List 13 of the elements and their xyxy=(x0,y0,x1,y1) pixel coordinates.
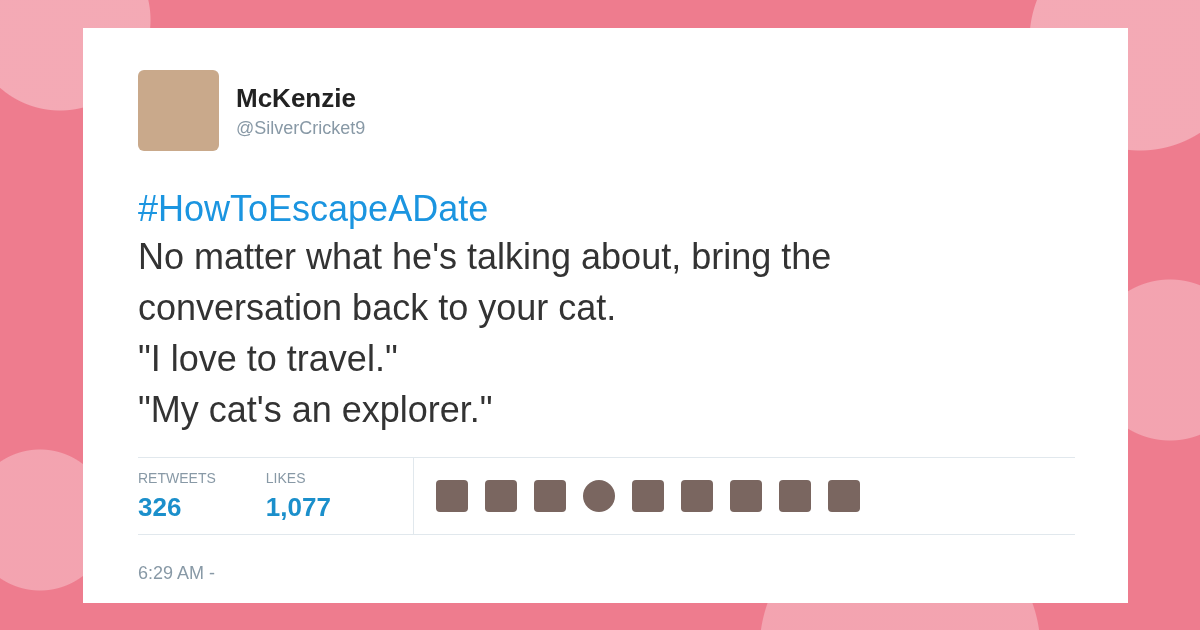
stat-count[interactable]: 326 xyxy=(138,492,216,523)
tweet-text: conversation back to your cat. xyxy=(138,286,618,330)
hashtag-link[interactable]: #HowToEscapeADate xyxy=(138,187,1075,231)
stat-label: LIKES xyxy=(265,470,307,486)
stat-label: RETWEETS xyxy=(138,470,216,486)
tweet-text: "I love to travel." xyxy=(138,337,399,381)
stat-count[interactable]: 1,077 xyxy=(265,492,331,523)
tweet-text: "My cat's an explorer." xyxy=(138,388,494,432)
user-handle: @SilverCricket9 xyxy=(236,117,366,139)
user-name: McKenzie xyxy=(236,82,357,114)
liker-avatar-placeholder[interactable] xyxy=(583,480,615,512)
tweet-text: No matter what he's talking about, bring the xyxy=(138,235,833,279)
tweet-time: 6:29 AM - xyxy=(138,563,217,584)
